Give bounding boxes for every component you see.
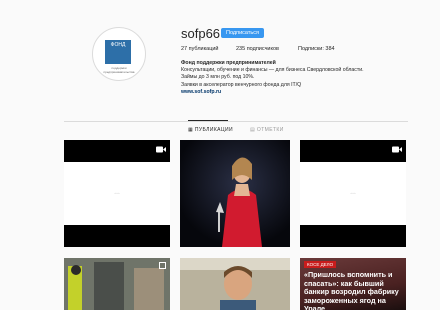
followers-count[interactable]: 235 подписчиков (236, 46, 279, 52)
grid-post-video[interactable]: ◦◦◦ (64, 140, 170, 247)
logo-caption: поддержки предпринимательства (103, 66, 135, 74)
active-tab-indicator (188, 120, 228, 121)
bio-line: Заявки в акселератор венчурного фонда дл… (181, 81, 302, 88)
grid-post-news[interactable]: КОСЕ ДЕЛО «Пришлось вспомнить и спасать»… (300, 258, 406, 310)
bio-link[interactable]: www.sof.sofp.ru (181, 89, 421, 96)
video-camera-icon (392, 146, 402, 153)
grid-post-video[interactable]: ◦◦◦ (300, 140, 406, 247)
letterbox-bar (300, 140, 406, 162)
posts-count: 27 публикаций (181, 46, 219, 52)
bio-line: Займы до 3 млн руб. под 10%. (181, 74, 255, 81)
following-count[interactable]: Подписки: 384 (298, 46, 335, 52)
logo-text: ФОНД (110, 42, 126, 48)
profile-avatar[interactable]: ФОНД поддержки предпринимательства (92, 27, 146, 81)
letterbox-bar (64, 225, 170, 247)
tabs-divider (64, 121, 408, 122)
profile-username: sofp66 (181, 26, 221, 41)
workshop-photo (64, 258, 170, 310)
grid-post-photo[interactable] (64, 258, 170, 310)
placeholder-glyph: ◦◦◦ (350, 190, 356, 197)
grid-post-photo[interactable] (180, 258, 290, 310)
news-headline: «Пришлось вспомнить и спасать»: как бывш… (304, 270, 399, 310)
logo: ФОНД (105, 40, 131, 64)
man-photo (180, 258, 290, 310)
grid-post-photo[interactable] (180, 140, 290, 247)
video-camera-icon (156, 146, 166, 153)
top-bar: …………………………………… (0, 0, 440, 8)
carousel-icon (159, 262, 166, 269)
follow-button[interactable]: Подписаться (221, 28, 264, 38)
letterbox-bar (64, 140, 170, 162)
corner-text: …………………………………… (350, 0, 434, 1)
speaker-photo (180, 140, 290, 247)
profile-bio: Фонд поддержки предпринимателей Консульт… (181, 60, 421, 96)
letterbox-bar (300, 225, 406, 247)
tab-posts[interactable]: ▦ ПУБЛИКАЦИИ (188, 127, 233, 133)
tab-tagged[interactable]: ▤ ОТМЕТКИ (250, 127, 284, 133)
placeholder-glyph: ◦◦◦ (114, 190, 120, 197)
news-tag: КОСЕ ДЕЛО (304, 261, 337, 268)
